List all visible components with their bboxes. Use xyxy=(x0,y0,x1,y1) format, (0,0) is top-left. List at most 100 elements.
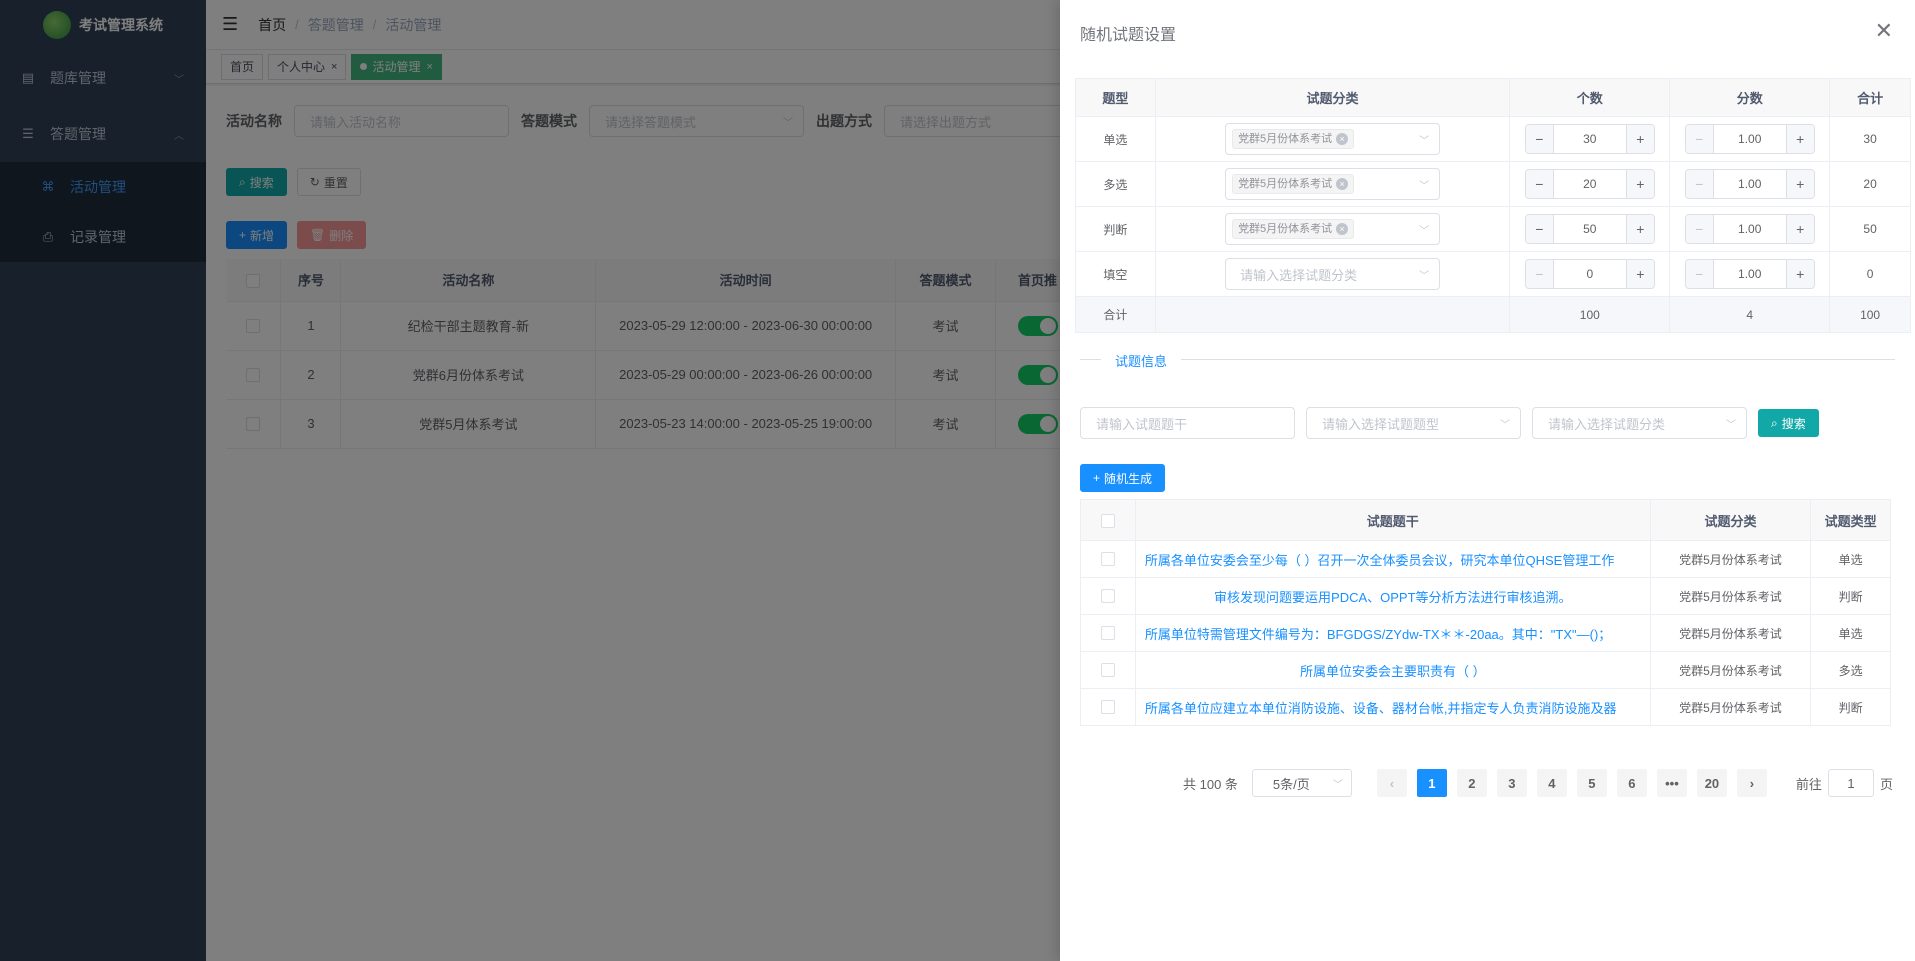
select-placeholder: 请输入选择试题题型 xyxy=(1322,416,1440,432)
row-checkbox[interactable] xyxy=(1100,700,1115,715)
column-header: 试题分类 xyxy=(1155,78,1511,117)
count-stepper[interactable]: −30 + xyxy=(1524,124,1655,154)
minus-icon[interactable]: − xyxy=(1525,260,1554,288)
plus-icon[interactable]: + xyxy=(1785,260,1814,288)
page-button[interactable]: 1 xyxy=(1416,769,1447,797)
question-category: 党群5月份体系考试 xyxy=(1650,577,1812,615)
page-button[interactable]: 20 xyxy=(1696,769,1727,797)
close-icon[interactable]: × xyxy=(1336,133,1349,145)
stepper-value[interactable]: 1.00 xyxy=(1714,125,1786,153)
row-total: 30 xyxy=(1829,116,1911,162)
page-button[interactable]: 3 xyxy=(1496,769,1527,797)
minus-icon[interactable]: − xyxy=(1685,260,1714,288)
question-category-select[interactable]: 请输入选择试题分类 ﹀ xyxy=(1532,407,1747,439)
plus-icon[interactable]: + xyxy=(1785,170,1814,198)
random-question-drawer: 随机试题设置 ✕ 题型 试题分类 个数 分数 合计 单选 党群5月份体系考试 × ﹀… xyxy=(1060,0,1915,961)
page-button[interactable]: 2 xyxy=(1456,769,1487,797)
category-tag: 党群5月份体系考试 × xyxy=(1232,219,1355,239)
chevron-down-icon: ﹀ xyxy=(1419,225,1430,237)
page-button[interactable]: 6 xyxy=(1616,769,1647,797)
stepper-value[interactable]: 50 xyxy=(1554,215,1626,243)
minus-icon[interactable]: − xyxy=(1685,170,1714,198)
next-page-button[interactable]: › xyxy=(1736,769,1767,797)
summary-label: 合计 xyxy=(1075,296,1156,333)
row-checkbox[interactable] xyxy=(1100,663,1115,678)
question-search-button[interactable]: ⌕ 搜索 xyxy=(1758,409,1819,437)
generate-actions: + 随机生成 xyxy=(1080,464,1166,492)
question-category: 党群5月份体系考试 xyxy=(1650,540,1812,578)
category-tag: 党群5月份体系考试 × xyxy=(1232,174,1355,194)
question-stem-input[interactable]: 请输入试题题干 xyxy=(1080,407,1295,439)
minus-icon[interactable]: − xyxy=(1525,170,1554,198)
column-header: 题型 xyxy=(1075,78,1156,117)
button-label: 搜索 xyxy=(1781,416,1806,431)
minus-icon[interactable]: − xyxy=(1685,215,1714,243)
stepper-value[interactable]: 0 xyxy=(1554,260,1626,288)
question-type: 单选 xyxy=(1810,540,1891,578)
close-icon[interactable]: × xyxy=(1336,178,1349,190)
column-header: 试题题干 xyxy=(1135,499,1651,541)
question-category: 党群5月份体系考试 xyxy=(1650,651,1812,689)
chevron-down-icon: ﹀ xyxy=(1332,779,1343,791)
plus-icon[interactable]: + xyxy=(1625,170,1654,198)
score-stepper[interactable]: −1.00 + xyxy=(1684,259,1815,289)
summary-total: 100 xyxy=(1829,296,1911,333)
select-all-checkbox[interactable] xyxy=(1100,513,1115,528)
row-total: 20 xyxy=(1829,161,1911,207)
question-type: 单选 xyxy=(1075,116,1156,162)
category-select[interactable]: 党群5月份体系考试 × ﹀ xyxy=(1225,168,1441,200)
config-row-judge: 判断 党群5月份体系考试 × ﹀ −50 + −1.00 + 50 xyxy=(1075,206,1911,252)
stepper-value[interactable]: 1.00 xyxy=(1714,260,1786,288)
plus-icon[interactable]: + xyxy=(1625,215,1654,243)
chevron-down-icon: ﹀ xyxy=(1419,270,1430,282)
page-button[interactable]: 4 xyxy=(1536,769,1567,797)
config-row-multiple: 多选 党群5月份体系考试 × ﹀ −20 + −1.00 + 20 xyxy=(1075,161,1911,207)
prev-page-button[interactable]: ‹ xyxy=(1376,769,1407,797)
question-type-select[interactable]: 请输入选择试题题型 ﹀ xyxy=(1306,407,1521,439)
score-stepper[interactable]: −1.00 + xyxy=(1684,169,1815,199)
stepper-value[interactable]: 20 xyxy=(1554,170,1626,198)
page-button[interactable]: 5 xyxy=(1576,769,1607,797)
score-stepper[interactable]: −1.00 + xyxy=(1684,124,1815,154)
question-stem-link[interactable]: 所属各单位应建立本单位消防设施、设备、器材台帐,并指定专人负责消防设施及器 xyxy=(1135,688,1651,726)
close-icon[interactable]: ✕ xyxy=(1875,18,1893,44)
minus-icon[interactable]: − xyxy=(1685,125,1714,153)
question-search-row: 请输入试题题干 请输入选择试题题型 ﹀ 请输入选择试题分类 ﹀ ⌕ 搜索 xyxy=(1080,407,1819,439)
goto-page-input[interactable]: 1 xyxy=(1827,769,1874,797)
section-divider xyxy=(1080,359,1895,360)
more-pages-icon[interactable]: ••• xyxy=(1656,769,1687,797)
close-icon[interactable]: × xyxy=(1336,223,1349,235)
modal-overlay[interactable] xyxy=(0,0,1060,961)
plus-icon[interactable]: + xyxy=(1625,260,1654,288)
count-stepper[interactable]: −0 + xyxy=(1524,259,1655,289)
question-stem-link[interactable]: 所属单位特需管理文件编号为：BFGDGS/ZYdw-TX＊＊-20aa。其中："… xyxy=(1135,614,1651,652)
question-stem-link[interactable]: 所属单位安委会主要职责有（ ） xyxy=(1135,651,1651,689)
category-select[interactable]: 党群5月份体系考试 × ﹀ xyxy=(1225,123,1441,155)
row-checkbox[interactable] xyxy=(1100,589,1115,604)
category-select[interactable]: 党群5月份体系考试 × ﹀ xyxy=(1225,213,1441,245)
plus-icon[interactable]: + xyxy=(1785,215,1814,243)
count-stepper[interactable]: −50 + xyxy=(1524,214,1655,244)
stepper-value[interactable]: 30 xyxy=(1554,125,1626,153)
minus-icon[interactable]: − xyxy=(1525,125,1554,153)
minus-icon[interactable]: − xyxy=(1525,215,1554,243)
plus-icon[interactable]: + xyxy=(1785,125,1814,153)
category-tag: 党群5月份体系考试 × xyxy=(1232,129,1355,149)
question-stem-link[interactable]: 审核发现问题要运用PDCA、OPPT等分析方法进行审核追溯。 xyxy=(1135,577,1651,615)
tag-label: 党群5月份体系考试 xyxy=(1238,178,1333,190)
plus-icon[interactable]: + xyxy=(1625,125,1654,153)
stepper-value[interactable]: 1.00 xyxy=(1714,170,1786,198)
question-stem-link[interactable]: 所属各单位安委会至少每（ ）召开一次全体委员会议，研究本单位QHSE管理工作 xyxy=(1135,540,1651,578)
stepper-value[interactable]: 1.00 xyxy=(1714,215,1786,243)
page-size-select[interactable]: 5条/页 ﹀ xyxy=(1251,769,1352,797)
row-checkbox[interactable] xyxy=(1100,626,1115,641)
table-row: 所属各单位安委会至少每（ ）召开一次全体委员会议，研究本单位QHSE管理工作 党… xyxy=(1080,540,1891,578)
row-checkbox[interactable] xyxy=(1100,552,1115,567)
random-generate-button[interactable]: + 随机生成 xyxy=(1080,464,1166,492)
plus-icon: + xyxy=(1093,471,1101,485)
score-stepper[interactable]: −1.00 + xyxy=(1684,214,1815,244)
count-stepper[interactable]: −20 + xyxy=(1524,169,1655,199)
select-placeholder: 请输入选择试题分类 xyxy=(1240,267,1358,283)
category-select[interactable]: 请输入选择试题分类 ﹀ xyxy=(1225,258,1441,290)
column-header: 试题分类 xyxy=(1650,499,1812,541)
